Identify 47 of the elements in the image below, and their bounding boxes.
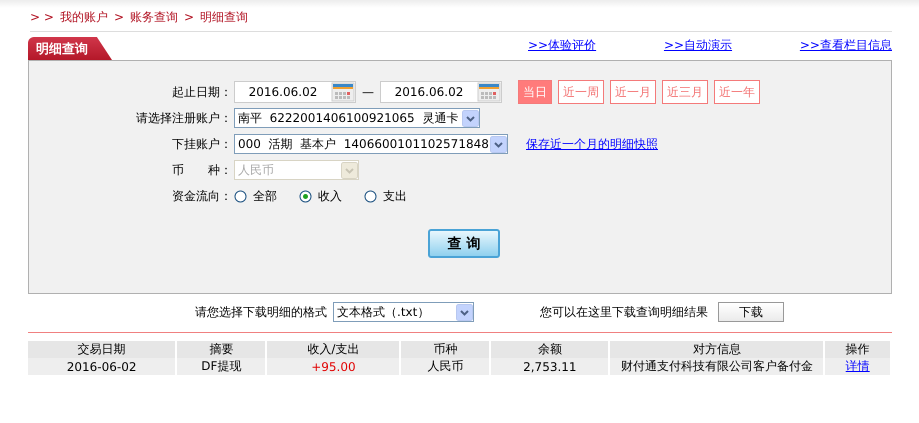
calendar-icon[interactable] [331,82,355,102]
table-cell: +95.00 [266,358,400,375]
query-button[interactable]: 查 询 [428,229,500,258]
download-hint: 您可以在这里下载查询明细结果 [540,304,708,320]
download-button[interactable]: 下载 [718,302,784,322]
breadcrumb-prefix: > > [30,10,54,24]
radio-button[interactable] [299,190,312,202]
column-header: 交易日期 [28,341,176,358]
date-dash: — [362,85,374,99]
field-label: 资金流向： [171,188,233,204]
column-header: 收入/支出 [266,341,400,358]
column-header: 操作 [824,341,891,358]
field-label: 币 种： [171,162,233,178]
account-select[interactable]: 南平 6222001406100921065 灵通卡 [234,108,480,128]
sub-account-select[interactable]: 000 活期 基本户 1406600101102571848 [234,134,508,154]
field-label: 下挂账户： [171,136,233,152]
field-label: 起止日期： [171,84,233,100]
table-cell: 财付通支付科技有限公司客户备付金 [609,358,824,375]
breadcrumb-item[interactable]: 明细查询 [200,8,248,26]
table-cell: DF提现 [176,358,266,375]
section-tab[interactable]: 明细查询 [28,37,112,60]
snapshot-link[interactable]: 保存近一个月的明细快照 [526,136,658,152]
breadcrumb-item[interactable]: 我的账户 [60,8,108,26]
radio-button[interactable] [364,190,377,202]
radio-label[interactable]: 全部 [253,188,277,204]
table-cell: 2016-06-02 [28,358,176,375]
column-header: 币种 [400,341,490,358]
format-select[interactable]: 文本格式（.txt） [333,302,474,322]
format-label: 请您选择下载明细的格式 [195,304,327,320]
breadcrumb-separator: > [184,10,194,24]
breadcrumb-item[interactable]: 账务查询 [130,8,178,26]
header-link[interactable]: >>查看栏目信息 [800,37,892,54]
calendar-icon[interactable] [477,82,501,102]
header-link[interactable]: >>体验评价 [528,37,596,54]
radio-label[interactable]: 支出 [383,188,407,204]
column-header: 余额 [490,341,610,358]
header-link[interactable]: >>自动演示 [664,37,732,54]
table-cell: 人民币 [400,358,490,375]
start-date-field[interactable]: 2016.06.02 [234,81,356,103]
end-date-field[interactable]: 2016.06.02 [380,81,502,103]
radio-label[interactable]: 收入 [318,188,342,204]
breadcrumb-separator: > [114,10,124,24]
radio-button[interactable] [234,190,247,202]
column-header: 对方信息 [609,341,824,358]
field-label: 请选择注册账户： [135,110,233,126]
column-header: 摘要 [176,341,266,358]
table-cell: 2,753.11 [490,358,610,375]
